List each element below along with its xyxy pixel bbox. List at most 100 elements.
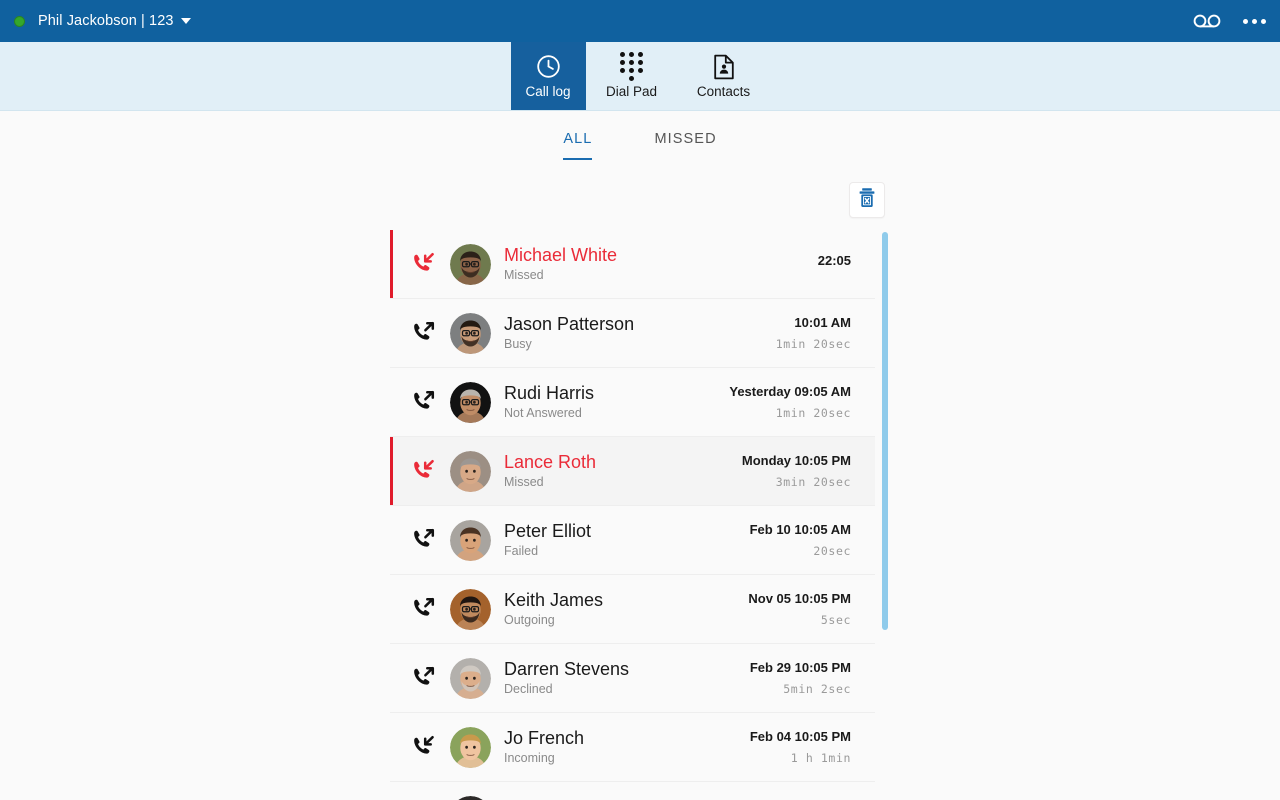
presence-status-dot xyxy=(14,15,25,27)
call-duration: 20sec xyxy=(813,543,851,558)
caller-name: Jason Patterson xyxy=(504,314,635,335)
call-duration: 1 h 1min xyxy=(790,750,851,765)
call-meta: Feb 29 10:05 PM 5min 2sec xyxy=(740,660,851,695)
call-log-row[interactable]: Jason Patterson Busy 10:01 AM 1min 20sec xyxy=(390,299,875,368)
call-time: 10:01 AM xyxy=(794,315,851,331)
call-meta: Feb 10 10:05 AM 20sec xyxy=(740,522,851,557)
call-status: Missed xyxy=(504,268,544,283)
caller-info: Jason Patterson Busy xyxy=(504,314,766,352)
avatar xyxy=(450,450,491,492)
avatar xyxy=(450,312,491,354)
dialpad-icon xyxy=(620,52,644,82)
call-time: 22:05 xyxy=(817,253,851,269)
call-list-region: Michael White Missed 22:05 Jason Patterson B… xyxy=(0,230,1280,800)
tab-dial-pad[interactable]: Dial Pad xyxy=(586,42,678,110)
call-status: Outgoing xyxy=(504,613,555,628)
caller-name: Jo French xyxy=(504,728,585,749)
missed-call-indicator xyxy=(390,575,393,643)
tab-call-log[interactable]: Call log xyxy=(510,42,586,110)
tab-contacts[interactable]: Contacts xyxy=(678,42,770,110)
call-log-row[interactable]: Rudi Harris Not Answered Yesterday 09:05 A… xyxy=(390,368,875,437)
call-status: Not Answered xyxy=(504,406,582,421)
more-options-icon[interactable] xyxy=(1243,18,1266,24)
call-status: Busy xyxy=(504,337,532,352)
missed-call-indicator xyxy=(390,506,393,574)
tab-call-log-label: Call log xyxy=(525,83,571,99)
call-time: Nov 05 10:05 PM xyxy=(748,591,851,607)
call-list: Michael White Missed 22:05 Jason Patterson B… xyxy=(390,230,875,800)
account-switcher[interactable]: Phil Jackobson | 123 xyxy=(14,13,191,29)
missed-call-indicator xyxy=(390,644,393,712)
call-log-row[interactable]: Lisa Ch xyxy=(390,782,875,800)
main-nav-tabs: Call log Dial Pad Contacts xyxy=(0,42,1280,111)
call-meta: Feb 04 10:05 PM 1 h 1min xyxy=(740,729,851,764)
missed-call-indicator xyxy=(390,713,393,781)
caller-name: Lance Roth xyxy=(504,452,597,473)
call-duration: 3min 20sec xyxy=(775,474,851,489)
incoming-call-icon xyxy=(410,252,436,276)
scrollbar-thumb[interactable] xyxy=(882,232,888,630)
caller-name: Keith James xyxy=(504,590,604,611)
account-name-label: Phil Jackobson | 123 xyxy=(38,13,174,29)
call-log-filter-tabs: ALL MISSED xyxy=(0,111,1280,160)
call-time: Monday 10:05 PM xyxy=(741,453,851,469)
caller-info: Darren Stevens Declined xyxy=(504,659,740,697)
avatar xyxy=(450,381,491,423)
call-meta: Monday 10:05 PM 3min 20sec xyxy=(732,453,851,488)
call-time: Feb 10 10:05 AM xyxy=(749,522,851,538)
filter-tab-all[interactable]: ALL xyxy=(563,131,593,160)
call-log-row[interactable]: Lance Roth Missed Monday 10:05 PM 3min 20se… xyxy=(390,437,875,506)
call-duration: 5min 2sec xyxy=(783,681,851,696)
tab-contacts-label: Contacts xyxy=(696,83,751,99)
call-duration: 1min 20sec xyxy=(775,336,851,351)
trash-delete-icon xyxy=(857,187,877,214)
voicemail-icon[interactable] xyxy=(1193,13,1221,29)
missed-call-indicator xyxy=(390,368,393,436)
call-log-row[interactable]: Jo French Incoming Feb 04 10:05 PM 1 h 1min xyxy=(390,713,875,782)
call-time: Feb 04 10:05 PM xyxy=(749,729,851,745)
avatar xyxy=(450,588,491,630)
call-log-row[interactable]: Peter Elliot Failed Feb 10 10:05 AM 20sec xyxy=(390,506,875,575)
missed-call-indicator xyxy=(390,299,393,367)
outgoing-call-icon xyxy=(410,528,436,552)
outgoing-call-icon xyxy=(410,597,436,621)
call-log-row[interactable]: Michael White Missed 22:05 xyxy=(390,230,875,299)
caller-name: Peter Elliot xyxy=(504,521,592,542)
filter-tab-missed[interactable]: MISSED xyxy=(654,131,716,160)
call-time: Yesterday 09:05 AM xyxy=(729,384,851,400)
missed-call-indicator xyxy=(390,230,393,298)
call-duration: 1min 20sec xyxy=(775,405,851,420)
call-log-toolbar xyxy=(0,160,1280,230)
tab-dial-pad-label: Dial Pad xyxy=(605,83,658,99)
caller-info: Lance Roth Missed xyxy=(504,452,732,490)
call-time: Feb 29 10:05 PM xyxy=(749,660,851,676)
call-meta: 22:05 xyxy=(808,253,851,274)
chevron-down-icon[interactable] xyxy=(180,18,191,24)
avatar xyxy=(450,243,491,285)
call-list-scrollbar[interactable] xyxy=(880,230,890,800)
avatar xyxy=(450,657,491,699)
outgoing-call-icon xyxy=(410,390,436,414)
call-log-row[interactable]: Darren Stevens Declined Feb 29 10:05 PM 5mi… xyxy=(390,644,875,713)
avatar xyxy=(450,795,491,800)
call-meta: Nov 05 10:05 PM 5sec xyxy=(738,591,851,626)
caller-info: Rudi Harris Not Answered xyxy=(504,383,719,421)
caller-name: Michael White xyxy=(504,245,618,266)
missed-call-indicator xyxy=(390,437,393,505)
delete-calls-button[interactable] xyxy=(849,182,885,218)
call-log-row[interactable]: Keith James Outgoing Nov 05 10:05 PM 5sec xyxy=(390,575,875,644)
call-log-page: ALL MISSED Michael White Missed 22:05 Ja… xyxy=(0,111,1280,800)
call-meta: Yesterday 09:05 AM 1min 20sec xyxy=(719,384,851,419)
incoming-call-icon xyxy=(410,459,436,483)
outgoing-call-icon xyxy=(410,666,436,690)
outgoing-call-icon xyxy=(410,321,436,345)
call-status: Declined xyxy=(504,682,553,697)
call-meta: 10:01 AM 1min 20sec xyxy=(766,315,851,350)
caller-info: Michael White Missed xyxy=(504,245,808,283)
call-duration: 5sec xyxy=(820,612,851,627)
missed-call-indicator xyxy=(390,782,393,800)
call-status: Missed xyxy=(504,475,544,490)
avatar xyxy=(450,519,491,561)
call-status: Incoming xyxy=(504,751,555,766)
caller-name: Darren Stevens xyxy=(504,659,630,680)
